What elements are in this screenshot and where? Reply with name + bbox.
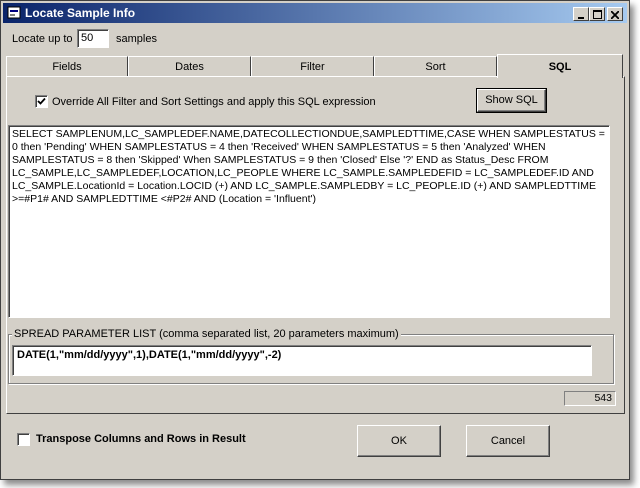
tab-sort-label: Sort <box>425 61 446 73</box>
tab-filter-label: Filter <box>300 61 325 73</box>
transpose-label: Transpose Columns and Rows in Result <box>36 433 246 445</box>
title-bar[interactable]: Locate Sample Info <box>3 3 627 23</box>
tab-filter[interactable]: Filter <box>251 56 374 76</box>
tab-dates-label: Dates <box>175 61 204 73</box>
override-label: Override All Filter and Sort Settings an… <box>52 96 376 108</box>
locate-prefix-label: Locate up to <box>12 33 73 45</box>
tab-sort[interactable]: Sort <box>374 56 497 76</box>
close-button[interactable] <box>607 7 623 21</box>
locate-count-value: 50 <box>81 32 94 44</box>
show-sql-button[interactable]: Show SQL <box>476 88 547 113</box>
transpose-checkbox[interactable] <box>17 433 30 446</box>
locate-sample-window: Locate Sample Info Locate up to 50 sampl… <box>0 0 630 480</box>
ok-label: OK <box>391 435 407 447</box>
cancel-button[interactable]: Cancel <box>466 425 550 457</box>
sql-expression-textarea[interactable]: SELECT SAMPLENUM,LC_SAMPLEDEF.NAME,DATEC… <box>8 125 610 318</box>
override-checkbox[interactable] <box>35 95 48 108</box>
sql-length-value: 543 <box>594 392 612 404</box>
window-title: Locate Sample Info <box>25 6 136 20</box>
locate-count-input[interactable]: 50 <box>77 29 109 48</box>
sql-expression-text: SELECT SAMPLENUM,LC_SAMPLEDEF.NAME,DATEC… <box>12 128 605 205</box>
checkmark-icon <box>37 97 46 105</box>
maximize-button[interactable] <box>589 7 605 21</box>
tab-sql-label: SQL <box>548 61 572 73</box>
minimize-button[interactable] <box>573 7 589 21</box>
show-sql-label: Show SQL <box>485 94 538 106</box>
minimize-icon <box>578 17 584 19</box>
spread-parameter-input[interactable]: DATE(1,"mm/dd/yyyy",1),DATE(1,"mm/dd/yyy… <box>12 345 592 376</box>
sql-tab-panel: Override All Filter and Sort Settings an… <box>6 76 625 414</box>
app-icon <box>7 6 21 19</box>
sql-length-counter: 543 <box>564 391 616 406</box>
tab-fields[interactable]: Fields <box>6 56 128 76</box>
locate-suffix-label: samples <box>116 33 157 45</box>
maximize-icon <box>592 10 602 19</box>
tab-sql[interactable]: SQL <box>497 54 623 78</box>
tab-fields-label: Fields <box>52 61 82 73</box>
cancel-label: Cancel <box>490 435 526 447</box>
tab-dates[interactable]: Dates <box>128 56 251 76</box>
close-icon <box>610 10 620 20</box>
ok-button[interactable]: OK <box>357 425 441 457</box>
spread-parameter-value: DATE(1,"mm/dd/yyyy",1),DATE(1,"mm/dd/yyy… <box>17 349 282 361</box>
spread-parameter-label: SPREAD PARAMETER LIST (comma separated l… <box>12 328 401 340</box>
